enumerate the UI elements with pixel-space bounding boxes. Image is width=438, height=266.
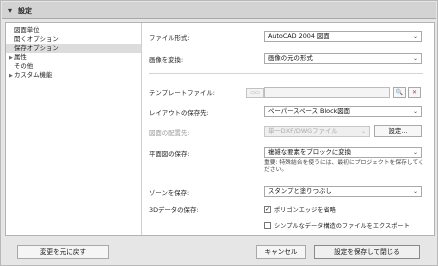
settings-dialog: ▾ 設定 図面単位 開くオプション 保存オプション ▶ 属性 その他 ▶ カスタ… [0, 0, 438, 266]
zone-save-value: スタンプと塗りつぶし [268, 187, 332, 195]
zone-save-select[interactable]: スタンプと塗りつぶし ⌄ [264, 186, 422, 197]
polygon-edges-checkbox[interactable]: ✓ [264, 206, 271, 213]
chevron-down-icon: ⌄ [412, 33, 418, 40]
drawing-place-value: 単一DXF/DWGファイル [268, 127, 338, 135]
layout-save-select[interactable]: ペーパースペース Block図面 ⌄ [264, 106, 422, 117]
browse-icon: 🔍 [395, 89, 404, 96]
tree-item-attributes[interactable]: 属性 [14, 53, 134, 62]
tree-item-drawing-units[interactable]: 図面単位 [14, 26, 134, 35]
tree-item-misc[interactable]: その他 [14, 62, 134, 71]
tree-item-label: 属性 [14, 53, 27, 61]
settings-button-label: 設定... [388, 127, 408, 135]
title-bar: ▾ 設定 [2, 2, 436, 19]
convert-image-select[interactable]: 画像の元の形式 ⌄ [264, 53, 422, 64]
reset-button-label: 変更を元に戻す [39, 248, 87, 256]
file-format-select[interactable]: AutoCAD 2004 図面 ⌄ [264, 31, 422, 42]
save-close-button-label: 設定を保存して閉じる [334, 248, 400, 256]
plan-save-select[interactable]: 複雑な要素をブロックに変換 ⌄ [264, 147, 422, 158]
layout-save-label: レイアウトの保存先: [149, 109, 209, 117]
save-options-form: ファイル形式: AutoCAD 2004 図面 ⌄ 画像を変換: 画像の元の形式… [146, 25, 432, 233]
data3d-label: 3Dデータの保存: [149, 206, 199, 214]
settings-button[interactable]: 設定... [374, 125, 422, 137]
cancel-button[interactable]: キャンセル [256, 245, 306, 259]
settings-tree: 図面単位 開くオプション 保存オプション ▶ 属性 その他 ▶ カスタム機能 [6, 23, 142, 235]
chevron-down-icon: ⌄ [360, 128, 366, 135]
chevron-down-icon: ⌄ [412, 108, 418, 115]
plan-save-note-line2: ださい。 [264, 167, 288, 173]
simple-data-label: シンプルなデータ構造のファイルをエクスポート [274, 223, 410, 230]
tree-item-open-options[interactable]: 開くオプション [14, 35, 134, 44]
plan-save-value: 複雑な要素をブロックに変換 [268, 148, 352, 156]
file-format-label: ファイル形式: [149, 34, 190, 42]
clear-icon: ✕ [411, 89, 418, 96]
clear-button[interactable]: ✕ [408, 87, 421, 98]
chevron-down-icon: ⌄ [412, 188, 418, 195]
dialog-title: 設定 [18, 7, 32, 15]
browse-button[interactable]: 🔍 [393, 87, 406, 98]
simple-data-checkbox[interactable] [264, 222, 271, 229]
collapse-arrow-icon[interactable]: ▾ [8, 6, 12, 15]
tree-item-label: 開くオプション [14, 35, 59, 43]
tree-item-label: 保存オプション [14, 44, 59, 52]
separator [149, 73, 423, 74]
tree-item-label: その他 [14, 62, 34, 70]
chevron-down-icon: ⌄ [412, 55, 418, 62]
reset-button[interactable]: 変更を元に戻す [17, 245, 109, 259]
tree-item-save-options[interactable]: 保存オプション [6, 44, 141, 53]
template-input[interactable] [264, 87, 390, 98]
convert-image-value: 画像の元の形式 [268, 54, 313, 62]
file-icon: ▭▭ [246, 88, 264, 98]
tree-item-custom-features[interactable]: カスタム機能 [14, 71, 134, 80]
check-icon: ✓ [265, 206, 271, 213]
plan-save-note-line1: 重要: 特殊結合を使うには、最初にプロジェクトを保存してく [264, 160, 424, 166]
content-panel: 図面単位 開くオプション 保存オプション ▶ 属性 その他 ▶ カスタム機能 フ… [5, 22, 435, 236]
convert-image-label: 画像を変換: [149, 56, 184, 64]
tree-item-label: 図面単位 [14, 26, 40, 34]
cancel-button-label: キャンセル [264, 248, 298, 256]
file-format-value: AutoCAD 2004 図面 [268, 32, 330, 40]
polygon-edges-label: ポリゴンエッジを省略 [274, 207, 336, 214]
chevron-down-icon: ⌄ [412, 149, 418, 156]
save-close-button[interactable]: 設定を保存して閉じる [314, 245, 420, 259]
zone-save-label: ゾーンを保存: [149, 189, 190, 197]
tree-item-label: カスタム機能 [14, 71, 53, 79]
expand-arrow-icon[interactable]: ▶ [9, 55, 13, 61]
drawing-place-label: 図面の配置先: [149, 129, 190, 137]
plan-save-label: 平面図の保存: [149, 150, 190, 158]
layout-save-value: ペーパースペース Block図面 [268, 107, 351, 115]
expand-arrow-icon[interactable]: ▶ [9, 73, 13, 79]
drawing-place-select[interactable]: 単一DXF/DWGファイル ⌄ [264, 126, 370, 137]
template-label: テンプレートファイル: [149, 89, 215, 97]
